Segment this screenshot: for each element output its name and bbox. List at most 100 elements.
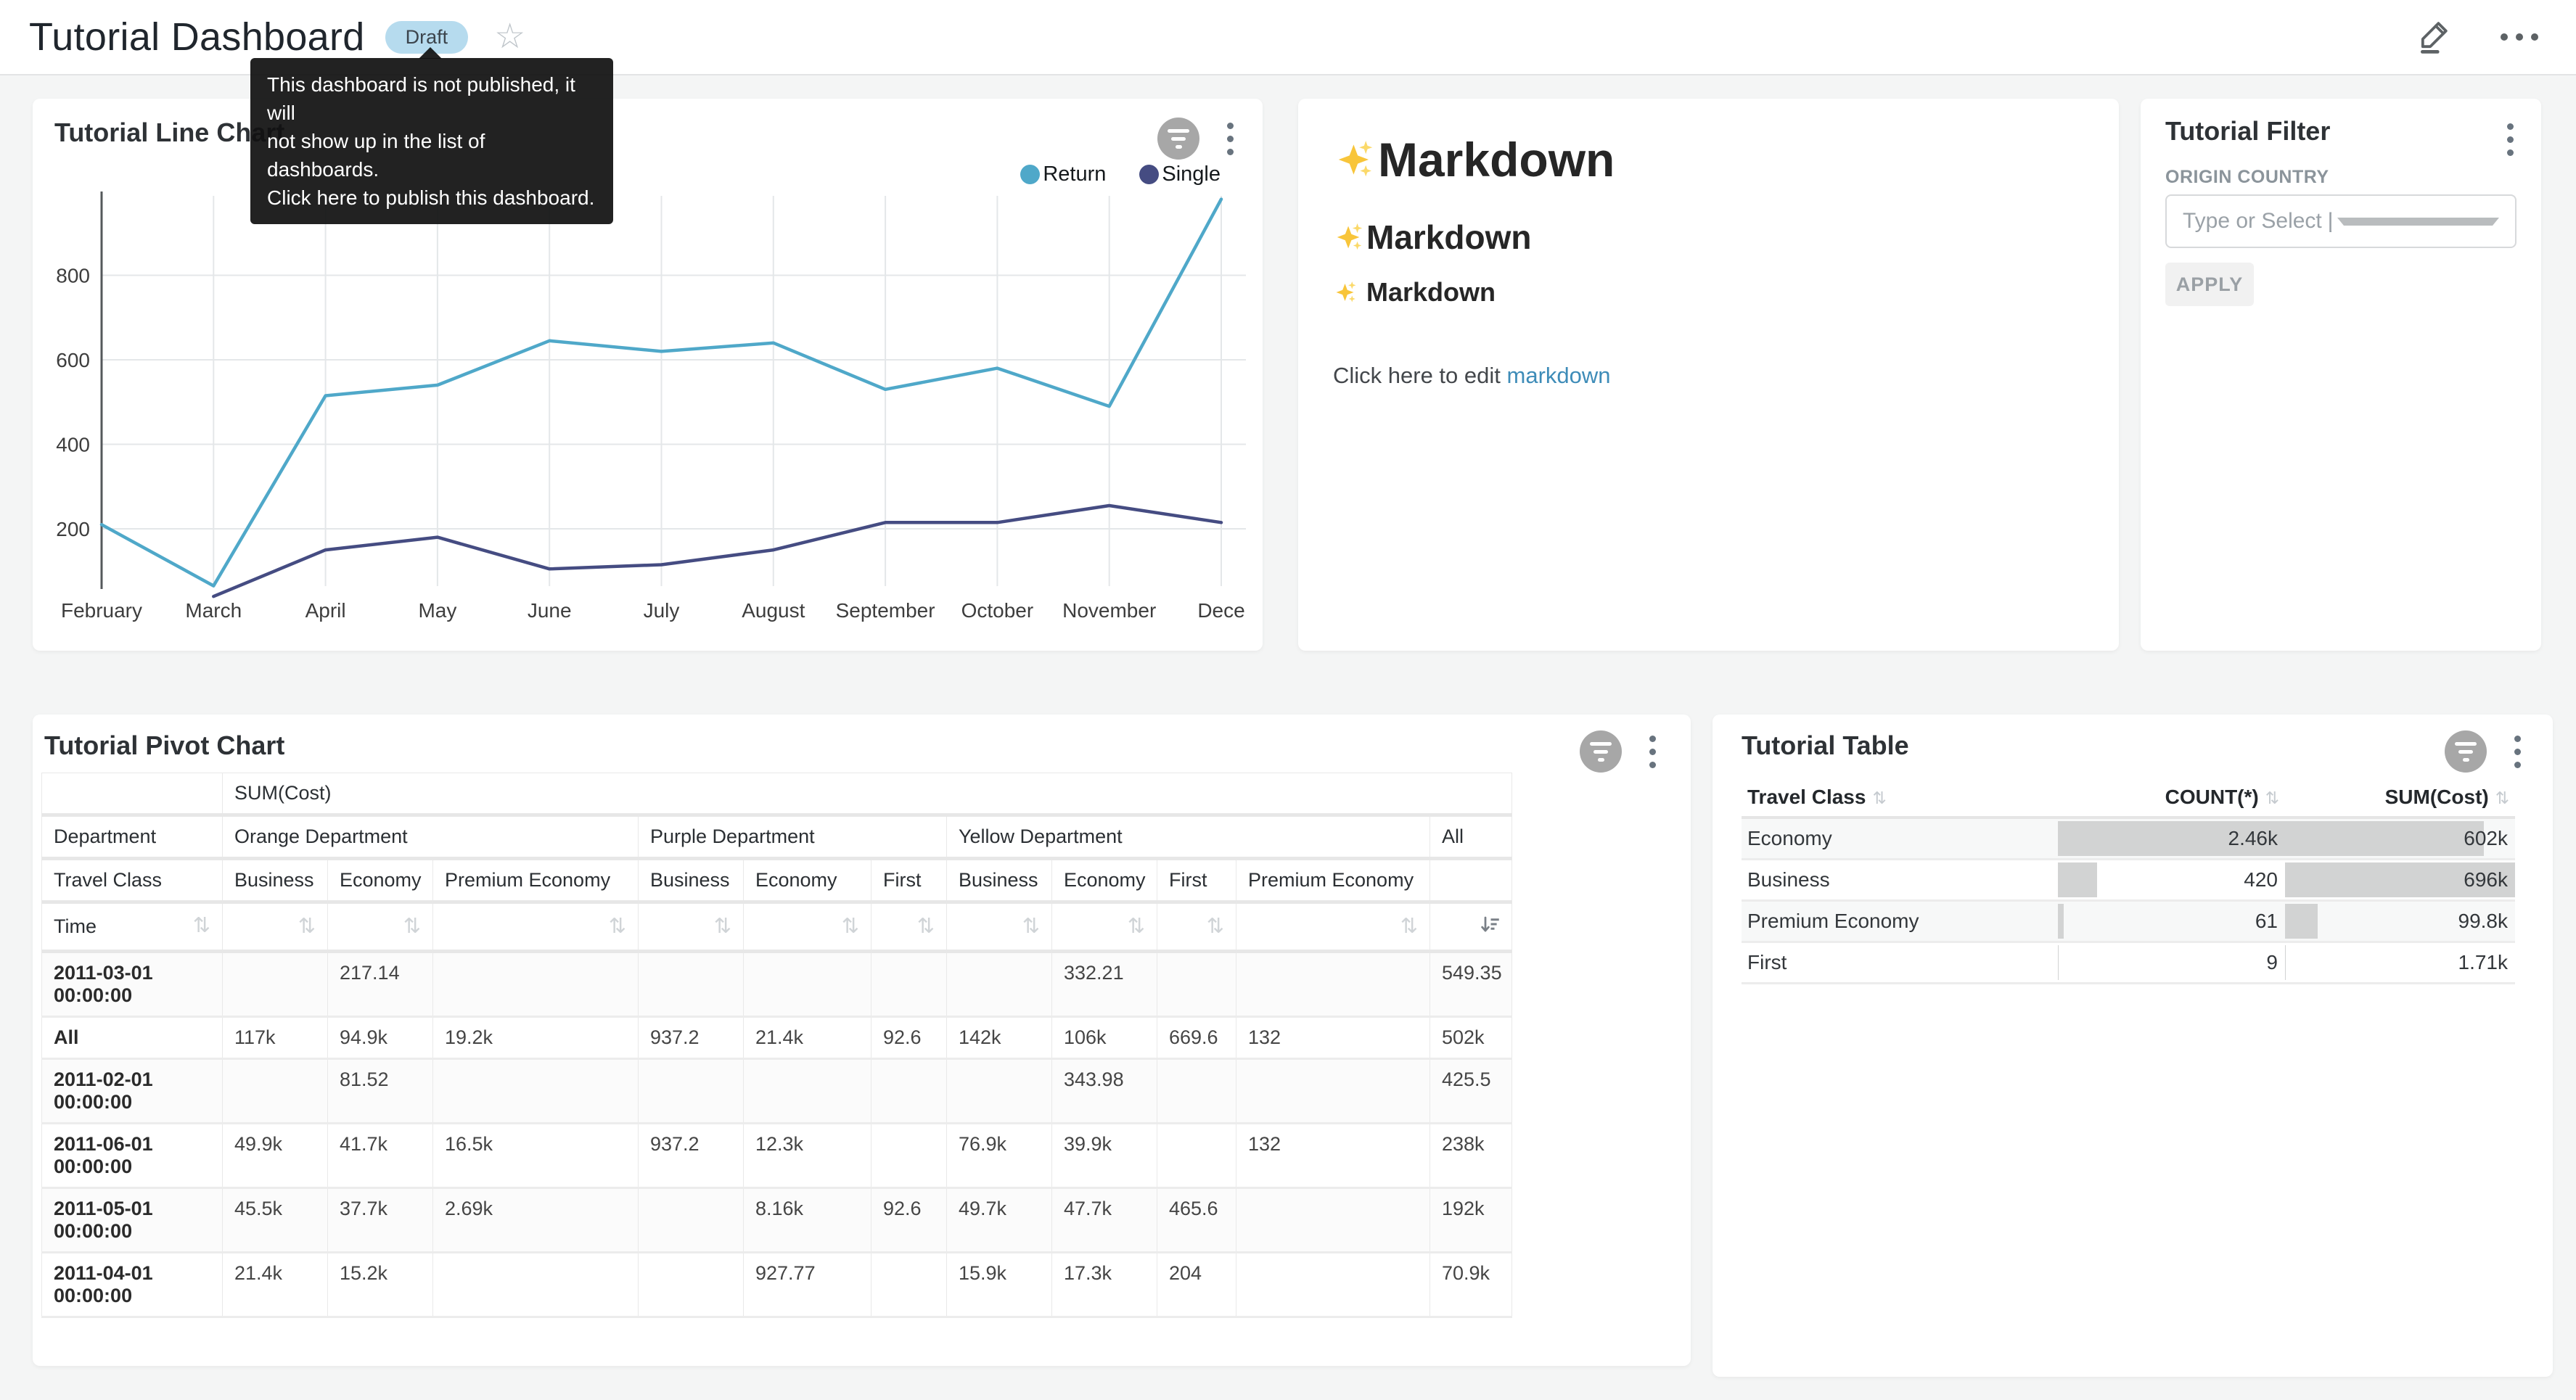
travel-class-cell: Business — [1742, 860, 2058, 901]
sort-carets-icon[interactable]: ⇅ — [2265, 788, 2279, 807]
filter-indicator-icon[interactable] — [1580, 730, 1622, 773]
pivot-chart-card: Tutorial Pivot Chart SUM(Cost)Department… — [33, 715, 1691, 1366]
pivot-sort-cell: ⇅ — [1236, 902, 1430, 952]
pivot-sort-cell: ⇅ — [947, 902, 1052, 952]
filter-indicator-icon[interactable] — [1157, 118, 1199, 160]
sort-icon[interactable]: ⇅ — [714, 916, 731, 937]
table-card: Tutorial Table Travel Class⇅COUNT(*)⇅SUM… — [1712, 715, 2553, 1377]
pivot-cell — [223, 1059, 328, 1124]
chart-menu-icon[interactable] — [1646, 733, 1659, 771]
sum-cell: 696k — [2285, 860, 2515, 901]
svg-text:June: June — [528, 599, 572, 622]
pivot-cell: 16.5k — [433, 1124, 639, 1188]
pivot-cell: 425.5 — [1430, 1059, 1512, 1124]
pivot-cell: 92.6 — [871, 1188, 947, 1253]
draft-tooltip: This dashboard is not published, it will… — [250, 58, 613, 224]
svg-text:200: 200 — [56, 518, 90, 540]
pivot-cell — [639, 1253, 744, 1317]
sort-carets-icon[interactable]: ⇅ — [1872, 788, 1886, 807]
pivot-cell — [1157, 1124, 1236, 1188]
pivot-class-header: Premium Economy — [1236, 859, 1430, 902]
filter-card-title: Tutorial Filter — [2165, 116, 2330, 147]
pivot-chart-title: Tutorial Pivot Chart — [44, 730, 284, 761]
sort-icon[interactable]: ⇅ — [1400, 916, 1418, 937]
chart-legend: Return Single — [1020, 162, 1221, 186]
pivot-department-row: DepartmentOrange DepartmentPurple Depart… — [42, 815, 1512, 859]
sort-icon[interactable]: ⇅ — [609, 916, 626, 937]
sort-icon[interactable]: ⇅ — [193, 915, 210, 936]
travel-class-cell: Economy — [1742, 818, 2058, 860]
pivot-cell: 238k — [1430, 1124, 1512, 1188]
markdown-edit-link[interactable]: markdown — [1507, 363, 1611, 388]
sort-descending-icon[interactable] — [1478, 914, 1500, 941]
sort-icon[interactable]: ⇅ — [842, 916, 859, 937]
pivot-cell: 15.9k — [947, 1253, 1052, 1317]
chart-menu-icon[interactable] — [2511, 733, 2524, 771]
pivot-cell: 17.3k — [1052, 1253, 1157, 1317]
pivot-cell: 39.9k — [1052, 1124, 1157, 1188]
pivot-cell: 669.6 — [1157, 1017, 1236, 1059]
pivot-cell: 37.7k — [328, 1188, 433, 1253]
markdown-card[interactable]: Markdown Markdown Markdown Click here to… — [1298, 99, 2119, 651]
travel-class-cell: Premium Economy — [1742, 901, 2058, 942]
tooltip-line[interactable]: Click here to publish this dashboard. — [267, 184, 596, 212]
pivot-class-header: First — [871, 859, 947, 902]
pivot-chart-actions — [1580, 730, 1659, 773]
sort-icon[interactable]: ⇅ — [917, 916, 935, 937]
pivot-empty-cell — [42, 773, 223, 815]
sort-icon[interactable]: ⇅ — [1128, 916, 1145, 937]
markdown-paragraph: Click here to edit markdown — [1333, 363, 2119, 389]
pivot-cell: 49.7k — [947, 1188, 1052, 1253]
cell-value: 602k — [2285, 819, 2515, 858]
table-column-header[interactable]: SUM(Cost)⇅ — [2285, 778, 2515, 818]
favorite-star-icon[interactable]: ☆ — [494, 20, 525, 54]
pivot-cell: 49.9k — [223, 1124, 328, 1188]
sort-icon[interactable]: ⇅ — [298, 916, 316, 937]
pivot-cell: 19.2k — [433, 1017, 639, 1059]
origin-country-select[interactable]: Type or Select [Origin Country] — [2165, 194, 2516, 248]
pivot-cell — [744, 952, 871, 1017]
pivot-cell — [871, 952, 947, 1017]
markdown-h3: Markdown — [1333, 277, 2119, 308]
pivot-department-label: Department — [42, 815, 223, 859]
count-cell: 9 — [2058, 942, 2285, 984]
svg-text:July: July — [644, 599, 680, 622]
sort-carets-icon[interactable]: ⇅ — [2495, 788, 2509, 807]
sort-icon[interactable]: ⇅ — [1022, 916, 1040, 937]
table-column-header[interactable]: Travel Class⇅ — [1742, 778, 2058, 818]
filter-menu-icon[interactable] — [2504, 120, 2516, 159]
legend-item-return[interactable]: Return — [1020, 162, 1106, 186]
count-cell: 61 — [2058, 901, 2285, 942]
sort-icon[interactable]: ⇅ — [403, 916, 421, 937]
pivot-department-header: Purple Department — [639, 815, 947, 859]
pivot-cell — [639, 1188, 744, 1253]
pivot-class-header: Business — [947, 859, 1052, 902]
count-cell: 420 — [2058, 860, 2285, 901]
pivot-cell: 92.6 — [871, 1017, 947, 1059]
table-column-header[interactable]: COUNT(*)⇅ — [2058, 778, 2285, 818]
pivot-cell: 45.5k — [223, 1188, 328, 1253]
dashboard-page: { "header": { "title": "Tutorial Dashboa… — [0, 0, 2576, 1400]
chart-menu-icon[interactable] — [1224, 120, 1236, 158]
pivot-cell: 502k — [1430, 1017, 1512, 1059]
filter-indicator-icon[interactable] — [2445, 730, 2487, 773]
pivot-sort-cell: ⇅ — [328, 902, 433, 952]
apply-button[interactable]: APPLY — [2165, 263, 2254, 306]
pivot-cell: 2.69k — [433, 1188, 639, 1253]
edit-pencil-icon[interactable] — [2416, 17, 2454, 58]
legend-item-single[interactable]: Single — [1139, 162, 1221, 186]
ellipsis-menu-icon[interactable] — [2501, 33, 2538, 41]
pivot-cell — [947, 952, 1052, 1017]
sum-cell: 99.8k — [2285, 901, 2515, 942]
sort-icon[interactable]: ⇅ — [1207, 916, 1224, 937]
pivot-cell — [433, 1253, 639, 1317]
pivot-sort-cell: ⇅ — [1157, 902, 1236, 952]
pivot-cell: 12.3k — [744, 1124, 871, 1188]
pivot-class-header: First — [1157, 859, 1236, 902]
pivot-sort-cell: ⇅ — [639, 902, 744, 952]
pivot-data-row: All117k94.9k19.2k937.221.4k92.6142k106k6… — [42, 1017, 1512, 1059]
pivot-cell — [1236, 1253, 1430, 1317]
cell-value: 99.8k — [2285, 902, 2515, 941]
sparkles-icon — [1333, 279, 1359, 305]
pivot-cell: 217.14 — [328, 952, 433, 1017]
